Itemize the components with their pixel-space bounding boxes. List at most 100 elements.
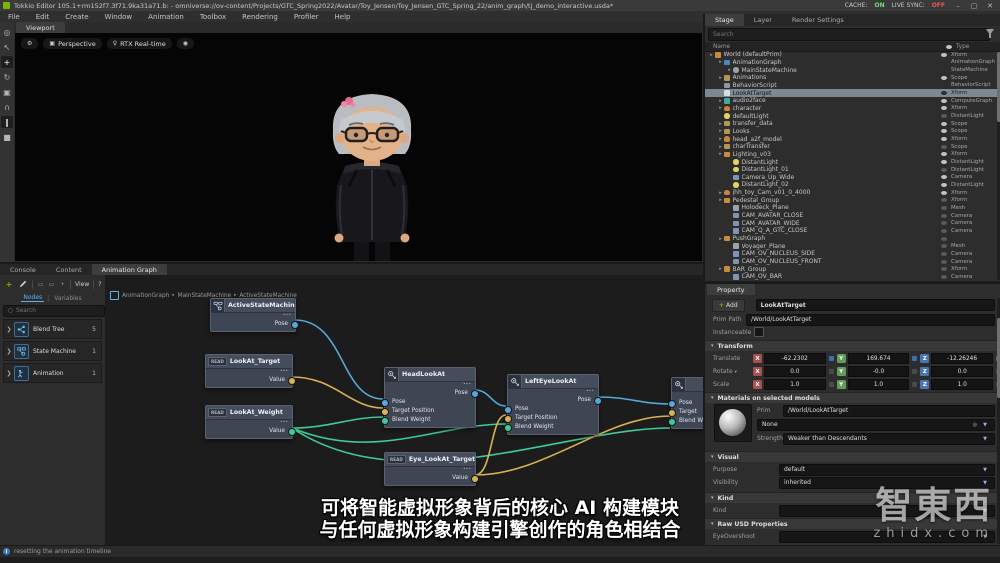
visibility-eye-icon[interactable]: [937, 168, 951, 172]
visibility-eye-icon[interactable]: [937, 106, 951, 110]
stage-row-CAM_Q_A_GTC_CLOSE[interactable]: CAM_Q_A_GTC_CLOSECamera: [705, 227, 997, 235]
visibility-eye-icon[interactable]: [937, 114, 951, 118]
expander-icon[interactable]: ▸: [708, 52, 715, 58]
property-tab[interactable]: Property: [707, 284, 755, 295]
maximize-button[interactable]: ▢: [968, 2, 980, 10]
visibility-eye-icon[interactable]: [937, 191, 951, 195]
expander-icon[interactable]: ▸: [717, 190, 724, 196]
node-type-blend-tree[interactable]: ❯Blend Tree5: [3, 319, 102, 339]
expander-icon[interactable]: ▸: [717, 59, 724, 65]
output-port-Pose[interactable]: [291, 321, 299, 329]
expander-icon[interactable]: ▸: [726, 67, 733, 73]
translate-x-field[interactable]: -62.2302: [764, 353, 826, 364]
purpose-dropdown[interactable]: default▼: [779, 464, 995, 476]
scale-tool[interactable]: ▣: [1, 86, 13, 98]
menu-toolbox[interactable]: Toolbox: [192, 13, 234, 21]
expander-icon[interactable]: ▸: [717, 75, 724, 81]
stage-row-MainStateMachine[interactable]: ▸MainStateMachineStateMachine: [705, 66, 997, 74]
prim-path-field[interactable]: /World/LookAtTarget: [746, 314, 995, 326]
node-type-state-machine[interactable]: ❯State Machine1: [3, 341, 102, 361]
rotate-y-field[interactable]: -0.0: [848, 366, 910, 377]
stop-button[interactable]: ■: [1, 131, 13, 143]
stage-search-input[interactable]: Search: [708, 28, 990, 41]
cursor-tool[interactable]: ↖: [1, 41, 13, 53]
prim-name-field[interactable]: LookAtTarget: [756, 299, 995, 311]
expander-icon[interactable]: ❯: [4, 348, 14, 355]
subtab-variables[interactable]: Variables: [52, 295, 83, 302]
visual-section-header[interactable]: ▾Visual: [705, 451, 1000, 462]
expander-icon[interactable]: ▸: [717, 197, 724, 203]
visibility-eye-icon[interactable]: [937, 53, 951, 57]
stage-row-Voyager_Plane[interactable]: Voyager_PlaneMesh: [705, 242, 997, 250]
anim-link-icon[interactable]: [829, 369, 834, 374]
stage-row-Looks[interactable]: ▸LooksScope: [705, 128, 997, 136]
expander-icon[interactable]: ▸: [717, 128, 724, 134]
scale-y-field[interactable]: 1.0: [848, 379, 910, 390]
stage-row-Pedestal_Group[interactable]: ▸Pedestal_GroupXform: [705, 196, 997, 204]
stage-row-CAM_AVATAR_WIDE[interactable]: CAM_AVATAR_WIDECamera: [705, 219, 997, 227]
visibility-eye-icon[interactable]: [937, 99, 951, 103]
visibility-eye-icon[interactable]: [937, 206, 951, 210]
stage-row-Camera_Up_Wide[interactable]: Camera_Up_WideCamera: [705, 174, 997, 182]
scale-x-field[interactable]: 1.0: [764, 379, 826, 390]
expander-icon[interactable]: ▸: [717, 236, 724, 242]
move-tool[interactable]: +: [1, 56, 13, 68]
stage-row-head_a2f_model[interactable]: ▸head_a2f_modelXform: [705, 135, 997, 143]
rotate-z-field[interactable]: 0.0: [931, 366, 993, 377]
minimize-button[interactable]: –: [952, 2, 964, 10]
tab-layer[interactable]: Layer: [744, 14, 782, 26]
visibility-eye-icon[interactable]: [937, 214, 951, 218]
filter-funnel-icon[interactable]: [986, 29, 994, 38]
visibility-eye-icon[interactable]: [937, 76, 951, 80]
visibility-eye-icon[interactable]: [937, 60, 951, 64]
select-tool[interactable]: ◎: [1, 26, 13, 38]
stage-row-transfer_data[interactable]: ▸transfer_dataScope: [705, 120, 997, 128]
anim-link-icon[interactable]: [912, 369, 917, 374]
visibility-eye-icon[interactable]: [937, 160, 951, 164]
expander-icon[interactable]: ❯: [4, 326, 14, 333]
stage-row-CAM_OV_NUCLEUS_FRONT[interactable]: CAM_OV_NUCLEUS_FRONTCamera: [705, 258, 997, 266]
input-port-Blend W[interactable]: [668, 418, 676, 426]
graph-node-partial[interactable]: •••PoseTargetBlend W: [671, 377, 703, 429]
visibility-eye-icon[interactable]: [937, 252, 951, 256]
target-picker-icon[interactable]: ◎: [973, 422, 980, 428]
expander-icon[interactable]: ▸: [717, 151, 724, 157]
graph-node-LookAt_Target[interactable]: READLookAt_Target•••Value: [205, 354, 293, 388]
stage-row-DistantLight[interactable]: DistantLightDistantLight: [705, 158, 997, 166]
menu-create[interactable]: Create: [57, 13, 96, 21]
translate-z-field[interactable]: -12.26246: [931, 353, 993, 364]
stage-row-defaultLight[interactable]: defaultLightDistantLight: [705, 112, 997, 120]
visibility-eye-icon[interactable]: [937, 83, 951, 87]
expander-icon[interactable]: ❯: [4, 370, 14, 377]
add-button[interactable]: +Add: [712, 299, 745, 312]
stage-row-World (defaultPrim)[interactable]: ▸World (defaultPrim)Xform: [705, 51, 997, 59]
tab-stage[interactable]: Stage: [705, 14, 744, 26]
stage-row-Holodeck_Plane[interactable]: Holodeck_PlaneMesh: [705, 204, 997, 212]
stage-row-DistantLight_01[interactable]: DistantLight_01DistantLight: [705, 166, 997, 174]
column-name[interactable]: Name: [705, 44, 942, 50]
stage-row-AnimationGraph[interactable]: ▸AnimationGraphAnimationGraph: [705, 59, 997, 67]
visibility-eye-icon[interactable]: [937, 129, 951, 133]
visibility-eye-icon[interactable]: [937, 267, 951, 271]
anim-link-icon[interactable]: [829, 382, 834, 387]
menu-help[interactable]: Help: [327, 13, 359, 21]
stage-row-BAR_Group[interactable]: ▸BAR_GroupXform: [705, 265, 997, 273]
menu-window[interactable]: Window: [97, 13, 141, 21]
pause-button[interactable]: ∥: [1, 116, 13, 128]
stage-row-Lighting_v03[interactable]: ▸Lighting_v03Xform: [705, 151, 997, 159]
graph-node-LeftEyeLookAt[interactable]: LeftEyeLookAt•••PosePoseTarget PositionB…: [507, 374, 599, 435]
tab-render-settings[interactable]: Render Settings: [782, 14, 854, 26]
menu-profiler[interactable]: Profiler: [286, 13, 327, 21]
visibility-eye-icon[interactable]: [937, 229, 951, 233]
stage-row-PushGraph[interactable]: ▸PushGraph: [705, 235, 997, 243]
renderer-selector[interactable]: ♀ RTX Real-time: [107, 38, 172, 49]
visibility-eye-icon[interactable]: [937, 183, 951, 187]
material-prim-field[interactable]: /World/LookAtTarget: [783, 405, 995, 417]
stage-row-LookAtTarget[interactable]: LookAtTargetXform: [705, 89, 997, 97]
expander-icon[interactable]: ▸: [717, 136, 724, 142]
stage-row-CAM_AVATAR_CLOSE[interactable]: CAM_AVATAR_CLOSECamera: [705, 212, 997, 220]
expander-icon[interactable]: ▸: [717, 98, 724, 104]
output-port-Value[interactable]: [471, 475, 479, 483]
stage-row-audio2face[interactable]: ▸audio2faceComputeGraph: [705, 97, 997, 105]
menu-animation[interactable]: Animation: [140, 13, 192, 21]
